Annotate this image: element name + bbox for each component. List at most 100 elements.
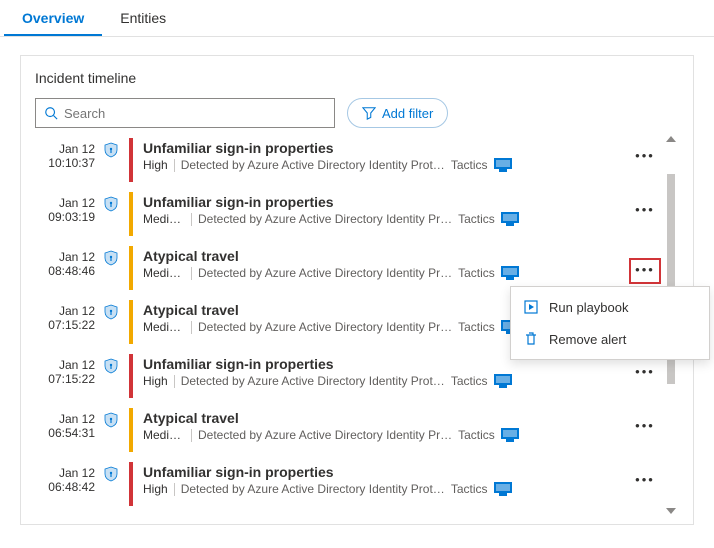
row-main[interactable]: Unfamiliar sign-in properties Medium Det…	[143, 190, 627, 226]
alert-tactics: Tactics	[451, 374, 488, 388]
row-timestamp: Jan 12 07:15:22	[35, 352, 95, 386]
more-actions-button[interactable]: •••	[631, 150, 659, 162]
entity-computer-icon	[501, 428, 519, 442]
more-actions-button[interactable]: •••	[631, 420, 659, 432]
alert-detected-by: Detected by Azure Active Directory Ident…	[198, 212, 452, 226]
severity-stripe	[129, 462, 133, 506]
row-date: Jan 12	[35, 250, 95, 264]
context-menu-remove-alert[interactable]: Remove alert	[511, 323, 709, 355]
alert-subline: High Detected by Azure Active Directory …	[143, 158, 627, 172]
severity-stripe	[129, 246, 133, 290]
separator	[174, 159, 175, 172]
separator	[191, 213, 192, 226]
alert-severity: Medium	[143, 266, 185, 280]
shield-icon	[103, 466, 119, 482]
tab-overview[interactable]: Overview	[4, 0, 102, 36]
row-timestamp: Jan 12 07:15:22	[35, 298, 95, 332]
entity-computer-icon	[501, 266, 519, 280]
filter-label: Add filter	[382, 106, 433, 121]
scroll-down-icon[interactable]	[666, 508, 676, 514]
row-more-cell: •••	[627, 190, 663, 216]
row-time: 10:10:37	[35, 156, 95, 170]
more-actions-button[interactable]: •••	[631, 204, 659, 216]
entity-computer-icon	[494, 158, 512, 172]
separator	[191, 321, 192, 334]
controls-row: Add filter	[35, 98, 679, 128]
row-shield-badge	[101, 190, 121, 212]
alert-subline: High Detected by Azure Active Directory …	[143, 482, 627, 496]
row-date: Jan 12	[35, 142, 95, 156]
alert-tactics: Tactics	[458, 212, 495, 226]
severity-stripe	[129, 192, 133, 236]
row-main[interactable]: Atypical travel Medium Detected by Azure…	[143, 244, 627, 280]
row-date: Jan 12	[35, 358, 95, 372]
severity-stripe	[129, 300, 133, 344]
alert-detected-by: Detected by Azure Active Directory Ident…	[181, 158, 445, 172]
separator	[191, 429, 192, 442]
trash-icon	[523, 331, 539, 347]
alert-tactics: Tactics	[458, 428, 495, 442]
playbook-icon	[523, 299, 539, 315]
more-actions-button[interactable]: •••	[631, 474, 659, 486]
search-icon	[44, 106, 58, 120]
row-more-cell: •••	[627, 406, 663, 432]
row-date: Jan 12	[35, 304, 95, 318]
row-main[interactable]: Unfamiliar sign-in properties High Detec…	[143, 460, 627, 496]
search-input[interactable]	[64, 106, 326, 121]
row-shield-badge	[101, 136, 121, 158]
row-shield-badge	[101, 460, 121, 482]
alert-detected-by: Detected by Azure Active Directory Ident…	[181, 374, 445, 388]
row-shield-badge	[101, 244, 121, 266]
alert-severity: Medium	[143, 320, 185, 334]
severity-stripe	[129, 354, 133, 398]
row-shield-badge	[101, 406, 121, 428]
row-date: Jan 12	[35, 466, 95, 480]
alert-tactics: Tactics	[458, 266, 495, 280]
entity-computer-icon	[494, 374, 512, 388]
alert-subline: Medium Detected by Azure Active Director…	[143, 266, 627, 280]
row-timestamp: Jan 12 09:03:19	[35, 190, 95, 224]
scroll-up-icon[interactable]	[666, 136, 676, 142]
alert-title: Atypical travel	[143, 248, 627, 264]
row-more-cell: •••	[627, 244, 663, 284]
row-time: 09:03:19	[35, 210, 95, 224]
row-time: 06:54:31	[35, 426, 95, 440]
row-main[interactable]: Atypical travel Medium Detected by Azure…	[143, 406, 627, 442]
panel-title: Incident timeline	[35, 70, 679, 86]
entity-computer-icon	[501, 212, 519, 226]
alert-detected-by: Detected by Azure Active Directory Ident…	[181, 482, 445, 496]
severity-stripe	[129, 138, 133, 182]
row-more-cell: •••	[627, 136, 663, 162]
alert-subline: Medium Detected by Azure Active Director…	[143, 428, 627, 442]
alert-severity: Medium	[143, 428, 185, 442]
context-menu-label: Run playbook	[549, 300, 629, 315]
alert-severity: High	[143, 158, 168, 172]
timeline-row: Jan 12 06:48:42 Unfamiliar sign-in prope…	[35, 460, 663, 514]
more-actions-button[interactable]: •••	[629, 258, 661, 284]
alert-subline: Medium Detected by Azure Active Director…	[143, 212, 627, 226]
more-actions-button[interactable]: •••	[631, 366, 659, 378]
alert-subline: High Detected by Azure Active Directory …	[143, 374, 627, 388]
row-timestamp: Jan 12 06:54:31	[35, 406, 95, 440]
entity-computer-icon	[494, 482, 512, 496]
row-timestamp: Jan 12 06:48:42	[35, 460, 95, 494]
row-time: 07:15:22	[35, 318, 95, 332]
row-time: 08:48:46	[35, 264, 95, 278]
row-time: 06:48:42	[35, 480, 95, 494]
shield-icon	[103, 142, 119, 158]
timeline-row: Jan 12 06:54:31 Atypical travel Medium D…	[35, 406, 663, 460]
alert-severity: Medium	[143, 212, 185, 226]
row-main[interactable]: Unfamiliar sign-in properties High Detec…	[143, 136, 627, 172]
search-box[interactable]	[35, 98, 335, 128]
context-menu: Run playbook Remove alert	[510, 286, 710, 360]
context-menu-run-playbook[interactable]: Run playbook	[511, 291, 709, 323]
shield-icon	[103, 412, 119, 428]
separator	[191, 267, 192, 280]
alert-detected-by: Detected by Azure Active Directory Ident…	[198, 428, 452, 442]
tab-entities[interactable]: Entities	[102, 0, 184, 36]
shield-icon	[103, 358, 119, 374]
alert-title: Atypical travel	[143, 410, 627, 426]
alert-title: Unfamiliar sign-in properties	[143, 464, 627, 480]
add-filter-button[interactable]: Add filter	[347, 98, 448, 128]
timeline-row: Jan 12 07:15:22 Unfamiliar sign-in prope…	[35, 352, 663, 406]
